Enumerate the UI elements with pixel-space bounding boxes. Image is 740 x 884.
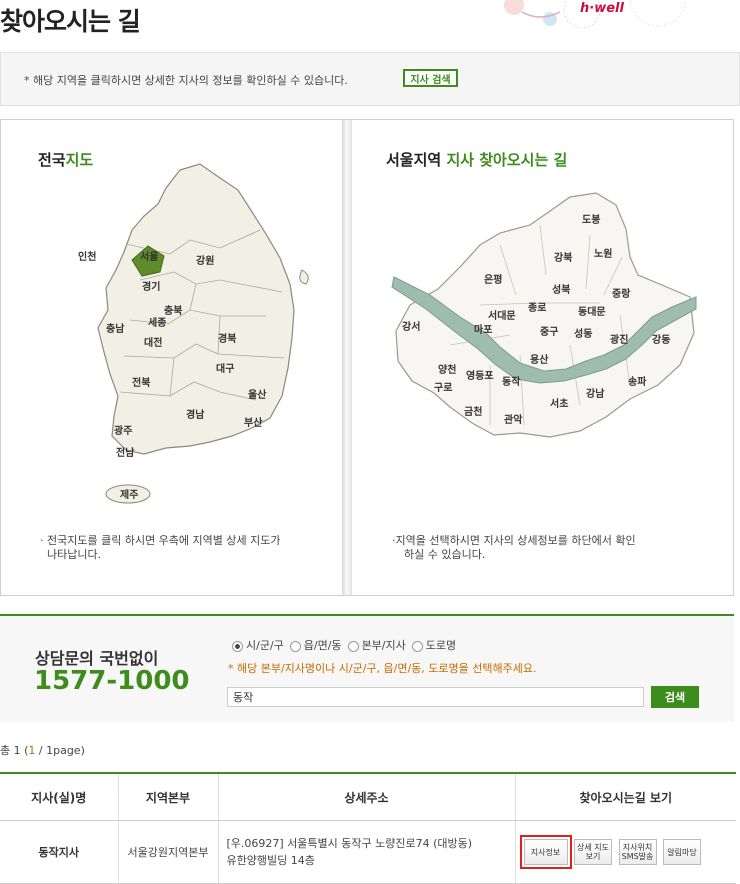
- district-label[interactable]: 강동: [652, 333, 670, 346]
- table-header-row: 지사(실)명 지역본부 상세주소 찾아오시는길 보기: [0, 772, 736, 821]
- search-button[interactable]: 검색: [651, 686, 699, 708]
- action-buttons: 지사정보 상세 지도보기 지사위치 SMS발송 알림마당: [515, 820, 736, 884]
- district-label[interactable]: 성동: [574, 327, 592, 340]
- seoul-map-note: ·지역을 선택하시면 지사의 상세정보를 하단에서 확인 하실 수 있습니다.: [392, 534, 636, 561]
- branch-info-button[interactable]: 지사정보: [519, 835, 572, 869]
- notice-board-button[interactable]: 알림마당: [663, 839, 701, 865]
- page-title: 찾아오시는 길: [0, 7, 141, 36]
- region-label[interactable]: 제주: [120, 488, 138, 501]
- district-label[interactable]: 강북: [554, 251, 572, 264]
- region-label[interactable]: 대전: [144, 336, 162, 349]
- district-label[interactable]: 노원: [594, 247, 612, 260]
- branch-address: [우.06927] 서울특별시 동작구 노량진로74 (대방동) 유한양행빌딩 …: [218, 820, 516, 884]
- district-label[interactable]: 광진: [610, 333, 628, 346]
- region-label[interactable]: 전북: [132, 376, 150, 389]
- region-label[interactable]: 대구: [216, 362, 234, 375]
- column-header: 상세주소: [218, 772, 516, 821]
- region-label[interactable]: 경북: [218, 332, 236, 345]
- seoul-map-title: 서울지역 지사 찾아오시는 길: [386, 151, 568, 169]
- district-label[interactable]: 마포: [474, 323, 492, 336]
- search-input[interactable]: 동작: [227, 687, 644, 707]
- region-label[interactable]: 충남: [106, 322, 125, 335]
- district-label[interactable]: 종로: [528, 302, 546, 314]
- info-text: * 해당 지역을 클릭하시면 상세한 지사의 정보를 확인하실 수 있습니다.: [24, 74, 348, 87]
- table-row: 동작지사 서울강원지역본부 [우.06927] 서울특별시 동작구 노량진로74…: [0, 820, 736, 884]
- district-label[interactable]: 구로: [434, 382, 452, 394]
- regional-hq: 서울강원지역본부: [118, 820, 219, 884]
- district-label[interactable]: 서대문: [488, 309, 516, 322]
- radio-unchecked-icon[interactable]: [347, 640, 359, 652]
- region-label[interactable]: 강원: [196, 254, 214, 267]
- region-label[interactable]: 광주: [114, 425, 132, 437]
- search-type-radios: 시/군/구 읍/면/동 본부/지사 도로명: [232, 637, 456, 653]
- national-map-note: · 전국지도를 클릭 하시면 우측에 지역별 상세 지도가 나타납니다.: [40, 534, 281, 561]
- region-label[interactable]: 서울: [140, 250, 158, 263]
- logo-decor-circle: [504, 0, 524, 15]
- district-label[interactable]: 은평: [484, 273, 502, 286]
- radio-checked-icon[interactable]: [232, 640, 243, 652]
- radio-branch[interactable]: 본부/지사: [347, 637, 406, 653]
- region-label[interactable]: 인천: [78, 250, 96, 263]
- region-label[interactable]: 전남: [116, 446, 135, 459]
- radio-sigungu[interactable]: 시/군/구: [232, 637, 284, 653]
- district-label[interactable]: 강서: [402, 320, 420, 333]
- column-header: 지역본부: [118, 772, 219, 821]
- district-label[interactable]: 서초: [550, 397, 568, 410]
- search-hint: * 해당 본부/지사명이나 시/군/구, 읍/면/동, 도로명을 선택해주세요.: [228, 662, 537, 675]
- radio-unchecked-icon[interactable]: [289, 640, 301, 652]
- region-label[interactable]: 울산: [248, 388, 267, 401]
- district-label[interactable]: 동작: [502, 375, 521, 388]
- district-label[interactable]: 용산: [530, 353, 549, 366]
- region-label[interactable]: 경기: [142, 280, 160, 293]
- column-header: 지사(실)명: [0, 772, 119, 821]
- seoul-map[interactable]: 도봉강북 노원은평성북 중랑종로 동대문 서대문강서 마포 중구 성동 광진 강동용산양천 영등포 동…: [390, 185, 700, 450]
- send-location-sms-button[interactable]: 지사위치 SMS발송: [618, 839, 657, 865]
- result-table: 지사(실)명 지역본부 상세주소 찾아오시는길 보기 동작지사 서울강원지역본부…: [0, 772, 736, 884]
- district-label[interactable]: 중랑: [612, 288, 631, 300]
- region-label[interactable]: 충북: [164, 304, 182, 317]
- korea-map[interactable]: 인천 서울 강원경기충북충남 세종대전 경북전북 대구울산경남부산광주전남제주: [70, 160, 320, 510]
- detail-map-button[interactable]: 상세 지도보기: [574, 839, 612, 865]
- radio-unchecked-icon[interactable]: [411, 640, 423, 652]
- ulleung-island: [299, 269, 309, 285]
- district-label[interactable]: 관악: [504, 413, 523, 426]
- column-header: 찾아오시는길 보기: [515, 772, 736, 821]
- region-label[interactable]: 세종: [148, 316, 166, 329]
- hwell-logo: h·well: [504, 0, 687, 29]
- branch-name: 동작지사: [0, 820, 119, 884]
- logo-text: h·well: [580, 1, 624, 16]
- district-label[interactable]: 동대문: [578, 305, 606, 318]
- district-label[interactable]: 금천: [464, 405, 482, 418]
- consult-phone: 1577-1000: [34, 666, 190, 696]
- region-label[interactable]: 경남: [186, 408, 205, 421]
- district-label[interactable]: 중구: [540, 326, 558, 338]
- branch-search-button[interactable]: 지사 검색: [403, 69, 458, 87]
- district-label[interactable]: 송파: [628, 375, 647, 388]
- district-label[interactable]: 강남: [586, 387, 605, 400]
- district-label[interactable]: 도봉: [582, 214, 600, 226]
- region-label[interactable]: 부산: [244, 416, 263, 429]
- book-spine: [342, 120, 352, 595]
- radio-eupmyeondong[interactable]: 읍/면/동: [289, 637, 342, 653]
- radio-road[interactable]: 도로명: [411, 637, 456, 653]
- district-label[interactable]: 양천: [438, 363, 456, 376]
- district-label[interactable]: 성북: [552, 283, 570, 296]
- result-total: 총 1 (1 / 1page): [0, 744, 85, 757]
- district-label[interactable]: 영등포: [466, 369, 494, 382]
